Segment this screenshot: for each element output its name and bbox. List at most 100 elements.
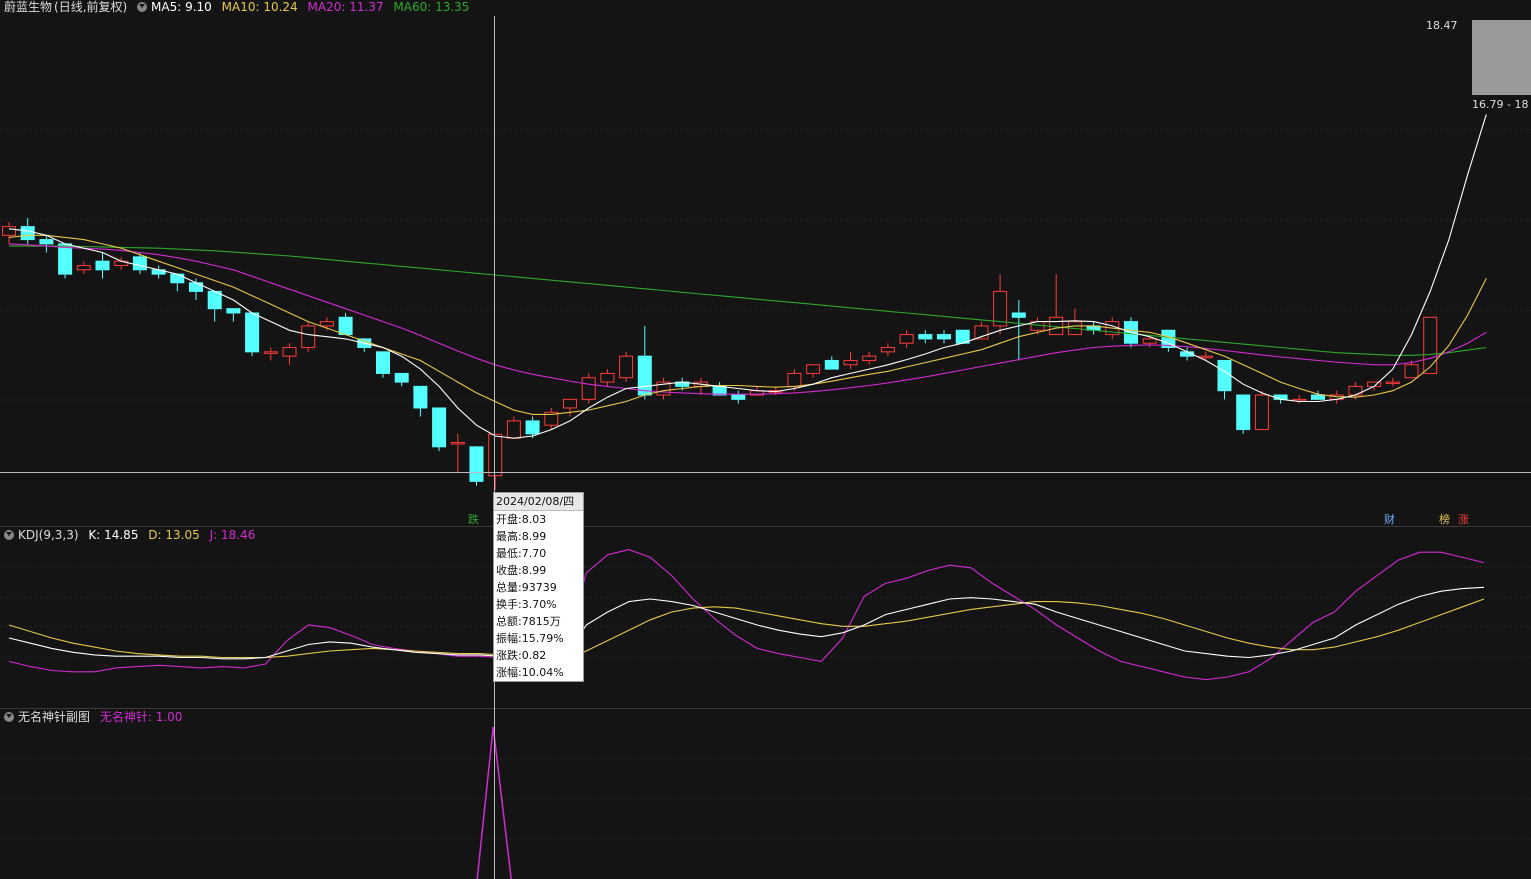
candle-body (58, 243, 73, 275)
kdj-legend: KDJ(9,3,3) K: 14.85 D: 13.05 J: 18.46 (4, 528, 261, 542)
candlestick-chart[interactable] (0, 0, 1531, 526)
ma5-line (8, 114, 1487, 439)
indicator-name: 无名神针副图 (18, 710, 91, 724)
crosshair-horizontal (0, 472, 1531, 473)
zhang-marker[interactable]: 涨 (1456, 511, 1471, 527)
ma20-line (8, 243, 1487, 395)
candle-body (637, 355, 652, 396)
candle-body (319, 321, 334, 327)
price-panel[interactable]: 蔚蓝生物 (日线,前复权) MA5: 9.10 MA10: 10.24 MA20:… (0, 0, 1531, 526)
candle-body (226, 308, 241, 314)
cai-marker[interactable]: 财 (1382, 511, 1397, 527)
settings-dropdown-icon[interactable] (137, 2, 148, 12)
indicator-legend: 无名神针副图 无名神针: 1.00 (4, 710, 188, 724)
candle-body (189, 282, 203, 292)
main-legend: 蔚蓝生物 (日线,前复权) MA5: 9.10 MA10: 10.24 MA20:… (4, 0, 475, 14)
candle-body (1236, 394, 1251, 431)
tooltip-change: 涨跌:0.82 (496, 649, 547, 662)
candle-body (132, 256, 147, 271)
tooltip-low: 最低:7.70 (496, 547, 547, 560)
kdj-panel[interactable]: KDJ(9,3,3) K: 14.85 D: 13.05 J: 18.46 (0, 527, 1531, 707)
candle-body (843, 359, 858, 366)
kdj-j-line (8, 549, 1485, 681)
candle-body (432, 407, 447, 448)
candle-body (1142, 338, 1157, 344)
candle-body (413, 385, 428, 409)
candle-body (1404, 364, 1419, 379)
candle-body (1254, 394, 1269, 431)
candle-body (39, 239, 54, 245)
ma5-legend: MA5: 9.10 (151, 0, 212, 14)
kdj-k-line (8, 586, 1485, 660)
kdj-dropdown-icon[interactable] (4, 530, 14, 540)
candle-body (581, 377, 596, 400)
crosshair-vertical (494, 16, 495, 879)
mini-price-box (1472, 20, 1531, 95)
candle-body (488, 433, 503, 477)
tooltip-date: 2024/02/08/四 (494, 493, 583, 511)
tooltip-high: 最高:8.99 (496, 530, 547, 543)
candle-body (1348, 385, 1363, 396)
candle-body (918, 334, 933, 340)
candle-body (282, 347, 297, 357)
candle-body (469, 446, 484, 482)
mini-price-range: 16.79 - 18 (1472, 98, 1529, 111)
candle-body (1217, 359, 1232, 392)
bang-marker[interactable]: 榜 (1437, 511, 1452, 527)
price-high-label: 18.47 (1426, 19, 1458, 32)
ma20-legend: MA20: 11.37 (307, 0, 384, 14)
kdj-d-line (8, 598, 1485, 661)
ma60-line (9, 245, 1487, 356)
candle-body (301, 325, 316, 349)
indicator-dropdown-icon[interactable] (4, 712, 14, 722)
kdj-name: KDJ(9,3,3) (18, 528, 79, 542)
tooltip-turnover: 换手:3.70% (496, 598, 557, 611)
ma10-line (8, 234, 1487, 415)
indicator-panel[interactable]: 无名神针副图 无名神针: 1.00 (0, 709, 1531, 879)
candle-body (899, 334, 914, 344)
candle-body (1198, 355, 1213, 359)
kdj-k-value: K: 14.85 (88, 528, 139, 542)
tooltip-volume: 总量:93739 (496, 581, 557, 594)
indicator-chart[interactable] (0, 709, 1531, 879)
candle-body (1423, 316, 1438, 374)
candle-body (394, 372, 409, 383)
candle-body (824, 359, 839, 370)
candle-body (1011, 312, 1026, 318)
candle-body (806, 364, 821, 374)
candle-body (506, 420, 521, 439)
candle-body (95, 260, 110, 271)
candle-body (619, 355, 634, 379)
tooltip-change-pct: 涨幅:10.04% (496, 666, 564, 679)
candle-body (880, 347, 895, 353)
candle-body (862, 355, 877, 361)
candle-body (338, 316, 353, 336)
indicator-value: 无名神针: 1.00 (99, 710, 183, 724)
candle-body (1385, 381, 1400, 385)
candle-body (263, 351, 278, 354)
candle-body (450, 442, 465, 445)
ohlc-tooltip: 2024/02/08/四 开盘:8.03 最高:8.99 最低:7.70 收盘:… (493, 492, 584, 682)
candle-body (937, 334, 951, 340)
candle-body (600, 372, 615, 383)
tooltip-amount: 总额:7815万 (496, 615, 561, 628)
candle-body (563, 398, 577, 409)
candle-body (376, 351, 390, 374)
kdj-j-value: J: 18.46 (209, 528, 256, 542)
candle-body (731, 394, 746, 400)
tooltip-close: 收盘:8.99 (496, 564, 547, 577)
tooltip-open: 开盘:8.03 (496, 513, 547, 526)
candle-body (76, 264, 91, 271)
candle-body (245, 312, 260, 353)
ma10-legend: MA10: 10.24 (221, 0, 298, 14)
candle-body (2, 226, 16, 236)
ma60-legend: MA60: 13.35 (393, 0, 470, 14)
candle-body (20, 226, 35, 241)
die-marker[interactable]: 跌 (466, 511, 481, 527)
kdj-chart[interactable] (0, 527, 1531, 707)
candle-body (1311, 394, 1325, 400)
candle-body (787, 372, 802, 387)
kdj-d-value: D: 13.05 (148, 528, 200, 542)
candle-body (525, 420, 540, 435)
stock-name: 蔚蓝生物 (4, 0, 53, 14)
